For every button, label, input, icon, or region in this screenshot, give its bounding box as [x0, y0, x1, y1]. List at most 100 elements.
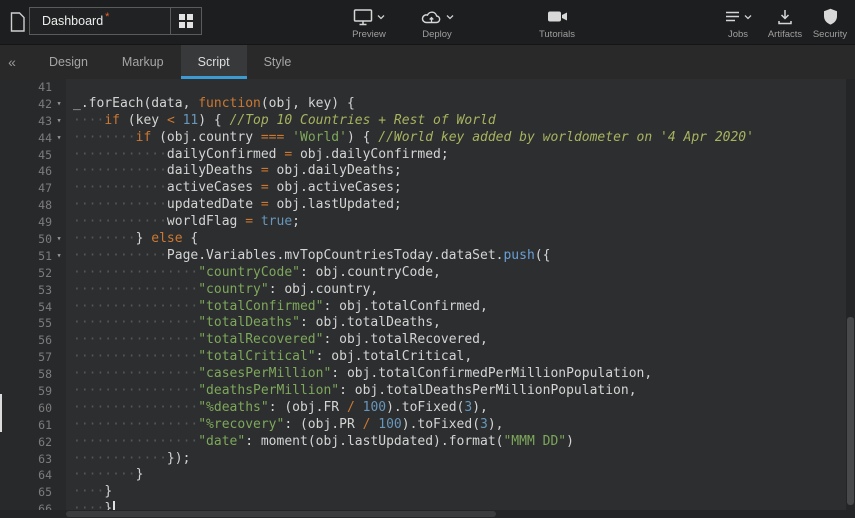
line-number: 51 [38, 248, 52, 265]
tab-markup[interactable]: Markup [105, 45, 181, 79]
code-text: ················"%recovery": (obj.PR / 1… [66, 417, 504, 434]
code-line[interactable]: 48············updatedDate = obj.lastUpda… [0, 197, 846, 214]
code-line[interactable]: 46············dailyDeaths = obj.dailyDea… [0, 163, 846, 180]
code-text: ················"countryCode": obj.count… [66, 265, 441, 282]
dashboard-page-tab[interactable]: Dashboard* [29, 7, 202, 35]
line-number: 48 [38, 197, 52, 214]
code-line[interactable]: 53················"country": obj.country… [0, 282, 846, 299]
fold-arrow-icon[interactable]: ▾ [52, 248, 66, 265]
code-line[interactable]: 61 ················"%recovery": (obj.PR /… [0, 417, 846, 434]
line-number-gutter: 57 [0, 349, 66, 366]
code-text: ············worldFlag = true; [66, 214, 300, 231]
line-number-gutter: 46 [0, 163, 66, 180]
code-line[interactable]: 63············}); [0, 451, 846, 468]
code-line[interactable]: 52················"countryCode": obj.cou… [0, 265, 846, 282]
script-code-editor[interactable]: 4142▾_.forEach(data, function(obj, key) … [0, 79, 846, 518]
left-edge-marker [0, 394, 2, 432]
code-line[interactable]: 54················"totalConfirmed": obj.… [0, 299, 846, 316]
code-text: ················"country": obj.country, [66, 282, 378, 299]
preview-button[interactable]: Preview [339, 7, 399, 40]
line-number-gutter: 61 [0, 417, 66, 434]
line-number-gutter: 60 [0, 400, 66, 417]
code-line[interactable]: 45············dailyConfirmed = obj.daily… [0, 147, 846, 164]
fold-arrow-icon[interactable]: ▾ [52, 96, 66, 113]
line-number: 57 [38, 349, 52, 366]
fold-arrow-icon[interactable]: ▾ [52, 231, 66, 248]
line-number: 61 [38, 417, 52, 434]
list-icon [725, 10, 740, 23]
code-line[interactable]: 43▾····if (key < 11) { //Top 10 Countrie… [0, 113, 846, 130]
code-line[interactable]: 49············worldFlag = true; [0, 214, 846, 231]
code-text: ················"deathsPerMillion": obj.… [66, 383, 637, 400]
horizontal-scrollbar-thumb[interactable] [66, 511, 496, 517]
mode-tabs: Design Markup Script Style [32, 45, 308, 79]
download-icon [777, 9, 793, 25]
code-line[interactable]: 42▾_.forEach(data, function(obj, key) { [0, 96, 846, 113]
line-number: 56 [38, 332, 52, 349]
code-line[interactable]: 44▾········if (obj.country === 'World') … [0, 130, 846, 147]
code-text: ····if (key < 11) { //Top 10 Countries +… [66, 113, 496, 130]
code-text: ················"%deaths": (obj.FR / 100… [66, 400, 488, 417]
line-number: 62 [38, 434, 52, 451]
line-number-gutter: 49 [0, 214, 66, 231]
fold-arrow-icon[interactable]: ▾ [52, 113, 66, 130]
code-line[interactable]: 58 ················"casesPerMillion": obj… [0, 366, 846, 383]
code-text: ············}); [66, 451, 190, 468]
chevron-down-icon [377, 14, 385, 20]
collapse-panel-button[interactable]: « [0, 45, 24, 79]
line-number: 50 [38, 231, 52, 248]
line-number-gutter: 54 [0, 299, 66, 316]
code-text: ················"casesPerMillion": obj.t… [66, 366, 652, 383]
vertical-scrollbar[interactable] [846, 79, 855, 518]
line-number-gutter: 51▾ [0, 248, 66, 265]
line-number: 58 [38, 366, 52, 383]
tab-style[interactable]: Style [247, 45, 309, 79]
code-line[interactable]: 64········} [0, 467, 846, 484]
tab-script[interactable]: Script [181, 45, 247, 79]
code-line[interactable]: 60 ················"%deaths": (obj.FR / 1… [0, 400, 846, 417]
line-number-gutter: 41 [0, 79, 66, 96]
code-line[interactable]: 41 [0, 79, 846, 96]
page-tab-title: Dashboard [42, 14, 103, 28]
vertical-scrollbar-thumb[interactable] [847, 317, 854, 505]
cloud-upload-icon [421, 9, 442, 25]
jobs-button[interactable]: Jobs [713, 7, 763, 40]
code-line[interactable]: 62················"date": moment(obj.las… [0, 434, 846, 451]
monitor-icon [353, 8, 373, 26]
tutorials-button[interactable]: Tutorials [528, 7, 586, 40]
line-number: 59 [38, 383, 52, 400]
horizontal-scrollbar[interactable] [0, 510, 846, 518]
line-number: 45 [38, 147, 52, 164]
file-icon [10, 12, 25, 32]
fold-arrow-icon[interactable]: ▾ [52, 130, 66, 147]
code-text: ········} else { [66, 231, 198, 248]
tutorials-label: Tutorials [539, 29, 575, 40]
security-button[interactable]: Security [807, 7, 853, 40]
code-line[interactable]: 57················"totalCritical": obj.t… [0, 349, 846, 366]
code-line[interactable]: 55················"totalDeaths": obj.tot… [0, 315, 846, 332]
line-number: 60 [38, 400, 52, 417]
code-line[interactable]: 65····} [0, 484, 846, 501]
page-file-button[interactable] [7, 10, 27, 34]
line-number: 47 [38, 180, 52, 197]
code-text: ····} [66, 484, 112, 501]
deploy-button[interactable]: Deploy [409, 7, 465, 40]
unsaved-indicator: * [105, 11, 109, 23]
line-number-gutter: 58 [0, 366, 66, 383]
code-text: ············activeCases = obj.activeCase… [66, 180, 402, 197]
code-text: ············Page.Variables.mvTopCountrie… [66, 248, 550, 265]
pages-grid-button[interactable] [170, 8, 201, 34]
code-line[interactable]: 59 ················"deathsPerMillion": ob… [0, 383, 846, 400]
code-line[interactable]: 56················"totalRecovered": obj.… [0, 332, 846, 349]
code-text [66, 79, 73, 96]
code-line[interactable]: 50▾········} else { [0, 231, 846, 248]
artifacts-button[interactable]: Artifacts [759, 7, 811, 40]
line-number-gutter: 52 [0, 265, 66, 282]
code-line[interactable]: 47 ············activeCases = obj.activeCa… [0, 180, 846, 197]
line-number: 41 [38, 79, 52, 96]
line-number-gutter: 63 [0, 451, 66, 468]
line-number-gutter: 56 [0, 332, 66, 349]
tab-design[interactable]: Design [32, 45, 105, 79]
code-line[interactable]: 51▾············Page.Variables.mvTopCount… [0, 248, 846, 265]
line-number: 64 [38, 467, 52, 484]
